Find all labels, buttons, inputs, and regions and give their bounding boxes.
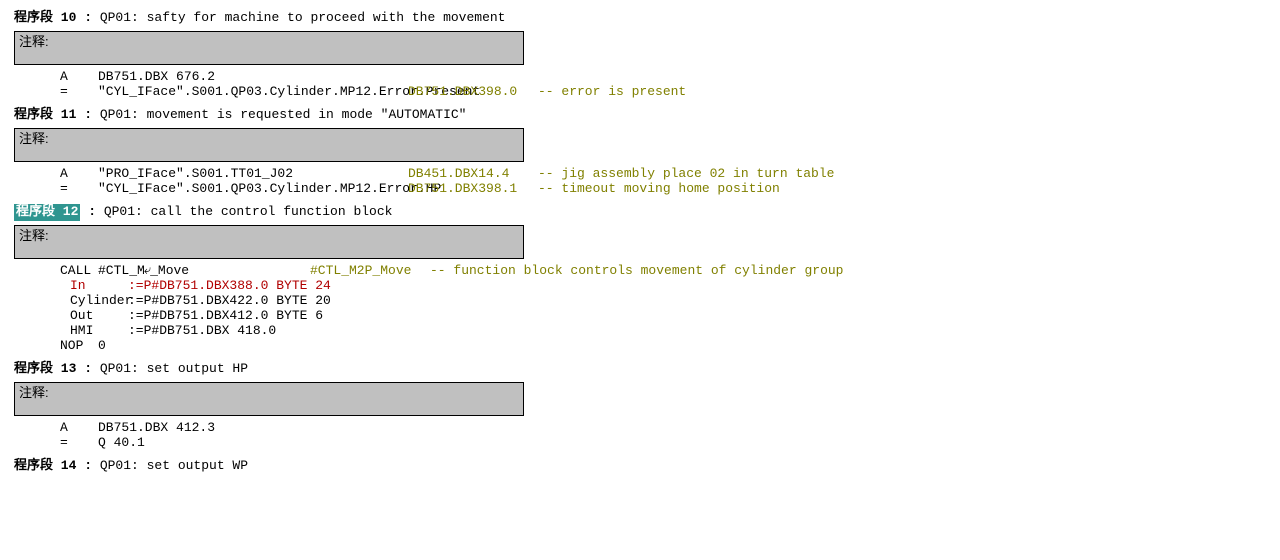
addr: DB751.DBX398.0 <box>408 84 538 101</box>
network-13: 程序段 13 : QP01: set output HP 注释: A DB751… <box>14 361 1266 450</box>
network-label: 程序段 10 : <box>14 10 100 25</box>
network-label: 程序段 13 : <box>14 361 100 376</box>
network-12: 程序段 12 : QP01: call the control function… <box>14 204 1266 353</box>
param-line-cylinder[interactable]: Cylinder :=P#DB751.DBX422.0 BYTE 20 <box>60 293 1266 308</box>
code-block[interactable]: A DB751.DBX 412.3 = Q 40.1 <box>14 420 1266 450</box>
param-line-hmi[interactable]: HMI :=P#DB751.DBX 418.0 <box>60 323 1266 338</box>
network-10: 程序段 10 : QP01: safty for machine to proc… <box>14 10 1266 99</box>
comment: -- function block controls movement of c… <box>430 263 843 280</box>
network-header[interactable]: 程序段 11 : QP01: movement is requested in … <box>14 107 1266 124</box>
code-block[interactable]: CALL #CTL_M⤶_Move #CTL_M2P_Move -- funct… <box>14 263 1266 353</box>
op: = <box>60 435 98 452</box>
network-title: QP01: set output HP <box>100 361 248 376</box>
network-header[interactable]: 程序段 14 : QP01: set output WP <box>14 458 1266 475</box>
comment-box[interactable]: 注释: <box>14 31 524 65</box>
code-block[interactable]: A "PRO_IFace".S001.TT01_J02 DB451.DBX14.… <box>14 166 1266 196</box>
comment-label: 注释: <box>19 385 49 400</box>
comment-label: 注释: <box>19 131 49 146</box>
code-line[interactable]: = "CYL_IFace".S001.QP03.Cylinder.MP12.Er… <box>60 181 1266 196</box>
code-line-call[interactable]: CALL #CTL_M⤶_Move #CTL_M2P_Move -- funct… <box>60 263 1266 278</box>
comment: -- timeout moving home position <box>538 181 780 198</box>
network-header[interactable]: 程序段 12 : QP01: call the control function… <box>14 204 1266 221</box>
code-line[interactable]: A "PRO_IFace".S001.TT01_J02 DB451.DBX14.… <box>60 166 1266 181</box>
op: = <box>60 84 98 101</box>
arg: "CYL_IFace".S001.QP03.Cylinder.MP12.Erro… <box>98 181 408 198</box>
network-title: QP01: call the control function block <box>104 204 393 219</box>
network-label: 程序段 14 : <box>14 458 100 473</box>
network-label-tail: : <box>80 204 103 219</box>
network-title: QP01: movement is requested in mode "AUT… <box>100 107 467 122</box>
network-label-selected: 程序段 12 <box>14 204 80 221</box>
comment-box[interactable]: 注释: <box>14 225 524 259</box>
code-line[interactable]: A DB751.DBX 676.2 <box>60 69 1266 84</box>
param-line-in[interactable]: In :=P#DB751.DBX388.0 BYTE 24 <box>60 278 1266 293</box>
comment: -- error is present <box>538 84 686 101</box>
code-line-nop[interactable]: NOP 0 <box>60 338 1266 353</box>
network-label: 程序段 11 : <box>14 107 100 122</box>
param-line-out[interactable]: Out :=P#DB751.DBX412.0 BYTE 6 <box>60 308 1266 323</box>
arg: "CYL_IFace".S001.QP03.Cylinder.MP12.Erro… <box>98 84 408 101</box>
network-title: QP01: set output WP <box>100 458 248 473</box>
comment-box[interactable]: 注释: <box>14 128 524 162</box>
code-line[interactable]: A DB751.DBX 412.3 <box>60 420 1266 435</box>
network-11: 程序段 11 : QP01: movement is requested in … <box>14 107 1266 196</box>
op: NOP <box>60 338 98 355</box>
comment-label: 注释: <box>19 228 49 243</box>
network-title: QP01: safty for machine to proceed with … <box>100 10 506 25</box>
network-header[interactable]: 程序段 13 : QP01: set output HP <box>14 361 1266 378</box>
arg: Q 40.1 <box>98 435 408 452</box>
comment-label: 注释: <box>19 34 49 49</box>
code-line[interactable]: = "CYL_IFace".S001.QP03.Cylinder.MP12.Er… <box>60 84 1266 99</box>
op: = <box>60 181 98 198</box>
arg: 0 <box>98 338 408 355</box>
code-line[interactable]: = Q 40.1 <box>60 435 1266 450</box>
comment-box[interactable]: 注释: <box>14 382 524 416</box>
network-14: 程序段 14 : QP01: set output WP <box>14 458 1266 475</box>
addr: DB751.DBX398.1 <box>408 181 538 198</box>
network-header[interactable]: 程序段 10 : QP01: safty for machine to proc… <box>14 10 1266 27</box>
code-block[interactable]: A DB751.DBX 676.2 = "CYL_IFace".S001.QP0… <box>14 69 1266 99</box>
